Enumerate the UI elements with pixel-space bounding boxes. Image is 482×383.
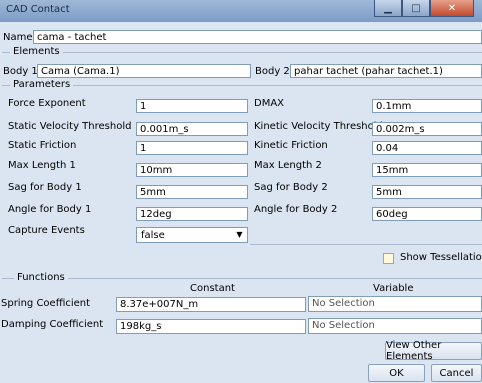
variable-header: Variable: [373, 283, 414, 294]
ok-button[interactable]: OK: [368, 364, 425, 382]
elements-section-label: Elements: [10, 46, 63, 57]
view-other-elements-button[interactable]: View Other Elements: [385, 340, 482, 362]
static-friction-field[interactable]: 1: [136, 141, 248, 155]
kinetic-velocity-threshold-label: Kinetic Velocity Threshold: [254, 121, 383, 132]
minimize-button[interactable]: ▁: [374, 0, 402, 17]
body2-label: Body 2: [255, 66, 290, 77]
damping-constant-field[interactable]: 198kg_s: [116, 319, 306, 334]
elements-divider: [2, 52, 482, 53]
close-button[interactable]: ✕: [430, 0, 474, 17]
close-icon: ✕: [447, 2, 457, 14]
max-length-2-label: Max Length 2: [254, 160, 322, 171]
kinetic-velocity-threshold-field[interactable]: 0.002m_s: [372, 122, 482, 136]
body2-field[interactable]: pahar tachet (pahar tachet.1): [290, 64, 482, 78]
angle-body-2-label: Angle for Body 2: [254, 204, 338, 215]
spring-variable-field[interactable]: No Selection: [308, 296, 482, 312]
angle-body-1-field[interactable]: 12deg: [136, 207, 248, 221]
spring-constant-field[interactable]: 8.37e+007N_m: [116, 297, 306, 312]
max-length-1-field[interactable]: 10mm: [136, 163, 248, 177]
dialog-body: Name cama - tachet Elements Body 1 Cama …: [0, 22, 482, 383]
static-velocity-threshold-field[interactable]: 0.001m_s: [136, 122, 248, 136]
cancel-button[interactable]: Cancel: [431, 364, 482, 382]
static-velocity-threshold-label: Static Velocity Threshold: [8, 121, 132, 132]
show-tessellation-checkbox[interactable]: [383, 253, 394, 264]
maximize-button[interactable]: □: [402, 0, 430, 17]
sag-body-2-field[interactable]: 5mm: [372, 185, 482, 199]
sag-body-1-field[interactable]: 5mm: [136, 185, 248, 199]
force-exponent-field[interactable]: 1: [136, 99, 248, 113]
show-tessellation-label: Show Tessellation: [400, 252, 482, 263]
dmax-field[interactable]: 0.1mm: [372, 99, 482, 113]
window-title: CAD Contact: [6, 4, 70, 15]
body1-label: Body 1: [3, 66, 38, 77]
angle-body-1-label: Angle for Body 1: [8, 204, 92, 215]
spring-coefficient-label: Spring Coefficient: [1, 298, 91, 309]
sag-body-2-label: Sag for Body 2: [254, 182, 328, 193]
parameters-divider: [2, 85, 482, 86]
title-bar: CAD Contact ▁ □ ✕: [0, 0, 482, 22]
chevron-down-icon[interactable]: ▼: [233, 229, 246, 241]
body1-field[interactable]: Cama (Cama.1): [37, 64, 251, 78]
constant-header: Constant: [190, 283, 235, 294]
parameters-section-label: Parameters: [10, 79, 74, 90]
functions-section-label: Functions: [14, 272, 68, 283]
angle-body-2-field[interactable]: 60deg: [372, 207, 482, 221]
static-friction-label: Static Friction: [8, 140, 77, 151]
kinetic-friction-label: Kinetic Friction: [254, 140, 328, 151]
capture-events-select[interactable]: false ▼: [136, 227, 248, 243]
window-controls: ▁ □ ✕: [374, 0, 474, 17]
minimize-icon: ▁: [384, 2, 392, 14]
max-length-2-field[interactable]: 15mm: [372, 163, 482, 177]
parameters-bottom-line: [250, 244, 482, 245]
damping-variable-field[interactable]: No Selection: [308, 318, 482, 334]
functions-divider: [2, 278, 482, 279]
name-field[interactable]: cama - tachet: [33, 30, 482, 44]
dmax-label: DMAX: [254, 98, 285, 109]
maximize-icon: □: [411, 2, 421, 14]
capture-events-label: Capture Events: [8, 225, 85, 236]
kinetic-friction-field[interactable]: 0.04: [372, 141, 482, 155]
force-exponent-label: Force Exponent: [8, 98, 86, 109]
name-label: Name: [3, 32, 33, 43]
damping-coefficient-label: Damping Coefficient: [1, 319, 104, 330]
sag-body-1-label: Sag for Body 1: [8, 182, 82, 193]
capture-events-value: false: [141, 230, 165, 241]
max-length-1-label: Max Length 1: [8, 160, 76, 171]
